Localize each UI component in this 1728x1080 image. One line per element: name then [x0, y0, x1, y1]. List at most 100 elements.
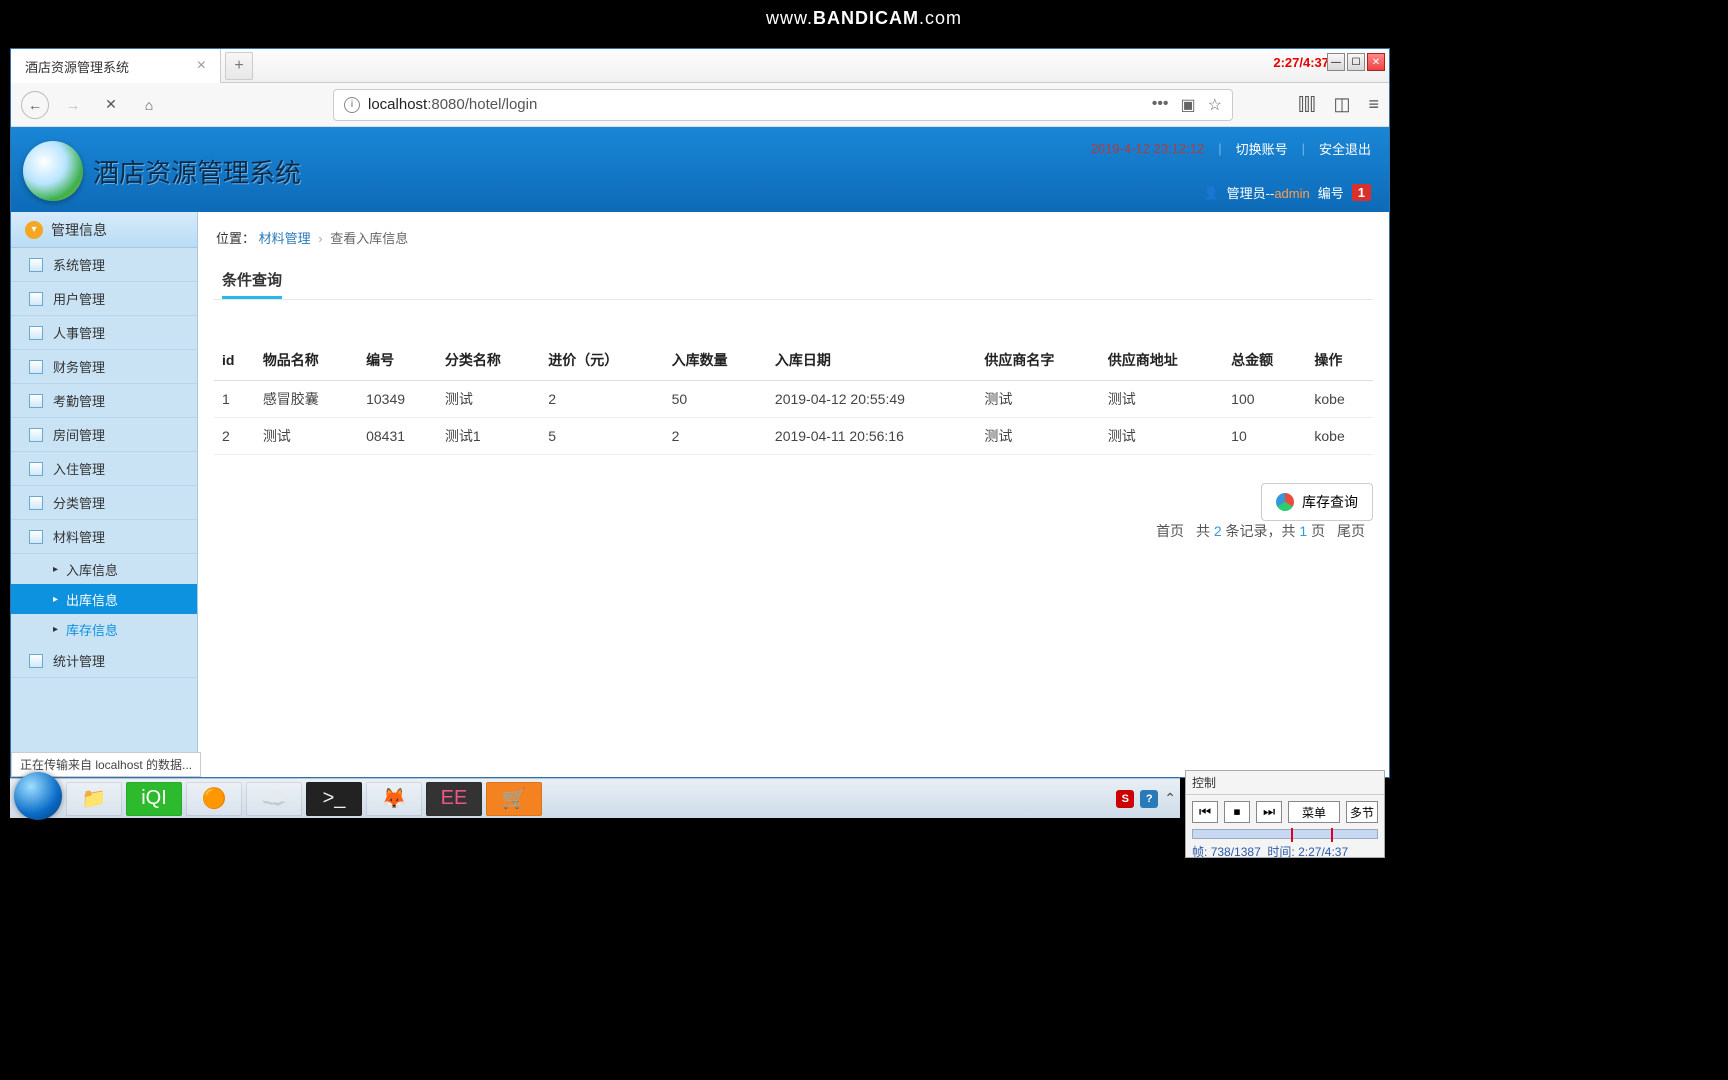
col-header: 物品名称 [255, 340, 358, 381]
library-icon[interactable]: ⫿⫿⫿ [1298, 94, 1315, 115]
section-title: 条件查询 [222, 269, 282, 299]
table-row: 1感冒胶囊10349测试2502019-04-12 20:55:49测试测试10… [214, 381, 1373, 418]
site-info-icon[interactable]: i [344, 97, 360, 113]
ctrl-next-button[interactable]: ⏭ [1256, 801, 1282, 823]
list-icon [29, 496, 43, 510]
minimize-button[interactable]: — [1327, 53, 1345, 71]
list-icon [29, 654, 43, 668]
forward-button[interactable]: → [59, 91, 87, 119]
col-header: 编号 [358, 340, 437, 381]
taskbar-terminal-icon[interactable]: >_ [306, 782, 362, 816]
reader-icon[interactable]: ▣ [1181, 95, 1196, 115]
stock-query-button[interactable]: 库存查询 [1261, 483, 1373, 521]
url-text: localhost:8080/hotel/login [368, 96, 537, 113]
breadcrumb-link-1[interactable]: 材料管理 [259, 231, 311, 246]
chevron-down-icon: ▾ [25, 221, 43, 239]
taskbar-cloud-icon[interactable]: ☁️ [246, 782, 302, 816]
table-row: 2测试08431测试1522019-04-11 20:56:16测试测试10ko… [214, 418, 1373, 455]
sidebar-category[interactable]: ▾ 管理信息 [11, 212, 197, 248]
pager-last[interactable]: 尾页 [1337, 523, 1365, 539]
ctrl-timeline[interactable] [1192, 829, 1378, 839]
window-close-button[interactable]: ✕ [1367, 53, 1385, 71]
ctrl-info: 帧: 738/1387 时间: 2:27/4:37 [1186, 839, 1384, 864]
new-tab-button[interactable]: + [225, 52, 253, 80]
ctrl-stop-button[interactable]: ⏹ [1224, 801, 1250, 823]
sidebar-item[interactable]: 分类管理 [11, 486, 197, 520]
col-header: 总金额 [1223, 340, 1306, 381]
list-icon [29, 360, 43, 374]
browser-tab[interactable]: 酒店资源管理系统 × [11, 49, 221, 83]
taskbar-app-icon[interactable]: 🟠 [186, 782, 242, 816]
browser-window: 酒店资源管理系统 × + 2:27/4:37 — ☐ ✕ ← → ✕ ⌂ i l… [10, 48, 1390, 778]
user-icon: 👤 [1204, 186, 1219, 200]
start-button[interactable] [14, 772, 62, 820]
list-icon [29, 326, 43, 340]
col-header: id [214, 340, 255, 381]
taskbar-iqiyi-icon[interactable]: iQI [126, 782, 182, 816]
sidebar: ▾ 管理信息 系统管理用户管理人事管理财务管理考勤管理房间管理入住管理分类管理材… [11, 212, 198, 777]
sidebar-item[interactable]: 人事管理 [11, 316, 197, 350]
role-label: 管理员--admin [1227, 183, 1310, 202]
taskbar-shop-icon[interactable]: 🛒 [486, 782, 542, 816]
sidebar-item[interactable]: 用户管理 [11, 282, 197, 316]
col-header: 操作 [1306, 340, 1373, 381]
logout-link[interactable]: 安全退出 [1319, 139, 1371, 158]
sidebar-item[interactable]: 材料管理 [11, 520, 197, 554]
breadcrumb-current: 查看入库信息 [330, 231, 408, 246]
bandicam-control-panel: 控制 ⏮ ⏹ ⏭ 菜单 多节 帧: 738/1387 时间: 2:27/4:37 [1185, 770, 1385, 858]
col-header: 入库日期 [767, 340, 976, 381]
pie-chart-icon [1276, 493, 1294, 511]
maximize-button[interactable]: ☐ [1347, 53, 1365, 71]
tray-help-icon[interactable]: ? [1140, 790, 1158, 808]
more-icon[interactable]: ••• [1152, 95, 1169, 115]
ctrl-title: 控制 [1186, 771, 1384, 795]
sidebar-item[interactable]: 统计管理 [11, 644, 197, 678]
address-bar[interactable]: i localhost:8080/hotel/login ••• ▣ ☆ [333, 89, 1233, 121]
app-header: 酒店资源管理系统 2019-4-12 23:12:12 | 切换账号 | 安全退… [11, 127, 1389, 212]
list-icon [29, 428, 43, 442]
ctrl-menu-button[interactable]: 菜单 [1288, 801, 1340, 823]
sidebar-subitem[interactable]: ▸入库信息 [11, 554, 197, 584]
sidebar-item[interactable]: 房间管理 [11, 418, 197, 452]
ctrl-multi-button[interactable]: 多节 [1346, 801, 1378, 823]
list-icon [29, 258, 43, 272]
app-title: 酒店资源管理系统 [93, 153, 301, 190]
home-button[interactable]: ⌂ [135, 91, 163, 119]
col-header: 进价（元） [540, 340, 663, 381]
col-header: 供应商名字 [976, 340, 1099, 381]
taskbar-firefox-icon[interactable]: 🦊 [366, 782, 422, 816]
sidebar-item[interactable]: 财务管理 [11, 350, 197, 384]
titlebar: 酒店资源管理系统 × + 2:27/4:37 — ☐ ✕ [11, 49, 1389, 83]
breadcrumb: 位置： 材料管理 › 查看入库信息 [214, 222, 1373, 253]
data-table: id物品名称编号分类名称进价（元）入库数量入库日期供应商名字供应商地址总金额操作… [214, 340, 1373, 455]
ctrl-prev-button[interactable]: ⏮ [1192, 801, 1218, 823]
list-icon [29, 394, 43, 408]
recording-timer: 2:27/4:37 [1273, 55, 1329, 70]
tab-close-icon[interactable]: × [197, 57, 206, 75]
sidebar-item[interactable]: 入住管理 [11, 452, 197, 486]
sidebar-subitem[interactable]: ▸出库信息 [11, 584, 197, 614]
sidebar-toggle-icon[interactable]: ◫ [1333, 94, 1350, 115]
bandicam-watermark: www.BANDICAM.com [766, 8, 962, 29]
list-icon [29, 462, 43, 476]
content-area: 位置： 材料管理 › 查看入库信息 条件查询 id物品名称编号分类名称进价（元）… [198, 212, 1389, 777]
back-button[interactable]: ← [21, 91, 49, 119]
bookmark-star-icon[interactable]: ☆ [1208, 95, 1222, 115]
header-timestamp: 2019-4-12 23:12:12 [1091, 141, 1204, 156]
browser-toolbar: ← → ✕ ⌂ i localhost:8080/hotel/login •••… [11, 83, 1389, 127]
col-header: 供应商地址 [1100, 340, 1223, 381]
tray-sogou-icon[interactable]: S [1116, 790, 1134, 808]
taskbar-explorer-icon[interactable]: 📁 [66, 782, 122, 816]
sidebar-subitem[interactable]: ▸库存信息 [11, 614, 197, 644]
taskbar-javaee-icon[interactable]: EE [426, 782, 482, 816]
tray-chevron-icon[interactable]: ⌃ [1164, 790, 1176, 807]
pager-first[interactable]: 首页 [1156, 523, 1184, 539]
menu-icon[interactable]: ≡ [1368, 94, 1379, 115]
triangle-icon: ▸ [53, 564, 58, 575]
id-badge: 1 [1352, 184, 1371, 201]
sidebar-item[interactable]: 考勤管理 [11, 384, 197, 418]
stop-button[interactable]: ✕ [97, 91, 125, 119]
triangle-icon: ▸ [53, 594, 58, 605]
sidebar-item[interactable]: 系统管理 [11, 248, 197, 282]
switch-account-link[interactable]: 切换账号 [1236, 139, 1288, 158]
